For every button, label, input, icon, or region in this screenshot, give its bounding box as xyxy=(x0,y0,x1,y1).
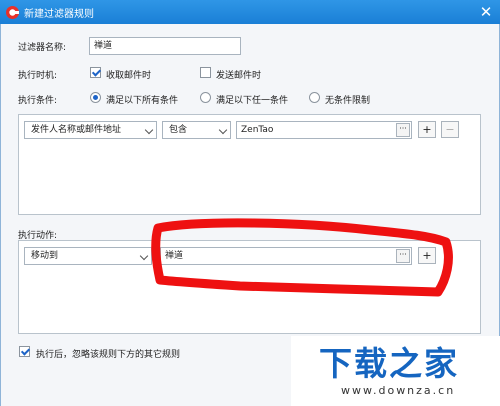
watermark-logo: 下载之家 xyxy=(319,344,459,383)
stop-rules-label: 执行后，忽略该规则下方的其它规则 xyxy=(36,350,181,360)
watermark-url: www.downza.cn xyxy=(341,384,456,397)
stop-rules-checkbox[interactable] xyxy=(19,346,30,357)
watermark: 下载之家 www.downza.cn xyxy=(291,336,500,406)
